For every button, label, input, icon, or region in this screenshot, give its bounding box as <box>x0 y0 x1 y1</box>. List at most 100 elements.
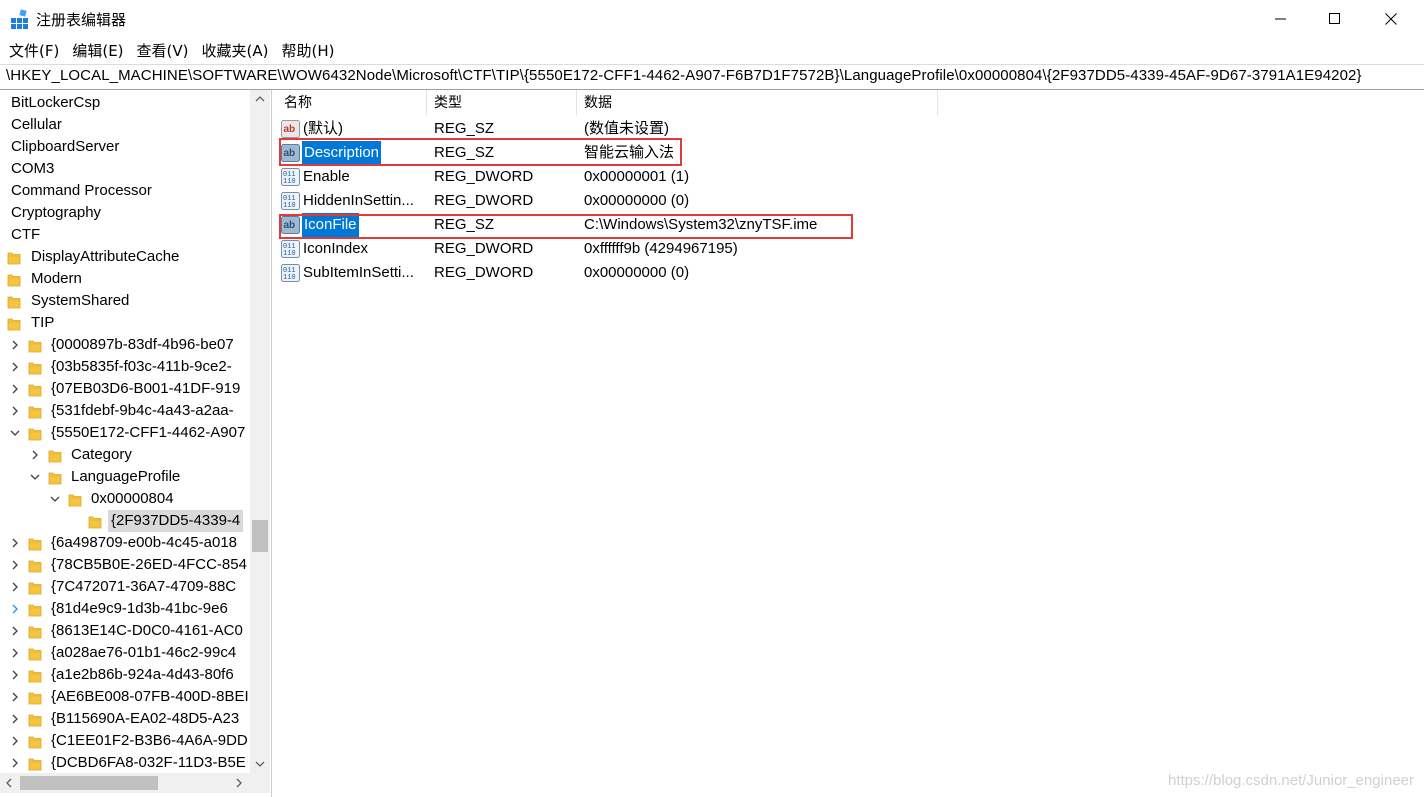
tree-item[interactable]: {6a498709-e00b-4c45-a018 <box>0 532 250 554</box>
tree-item[interactable]: {a028ae76-01b1-46c2-99c4 <box>0 642 250 664</box>
tree-item[interactable]: COM3 <box>0 158 250 180</box>
tree-vertical-scroll-thumb[interactable] <box>252 520 268 552</box>
tree-item[interactable]: {531fdebf-9b4c-4a43-a2aa- <box>0 400 250 422</box>
chevron-right-icon <box>12 384 18 394</box>
tree-item[interactable]: TIP <box>0 312 250 334</box>
tree-item[interactable]: {a1e2b86b-924a-4d43-80f6 <box>0 664 250 686</box>
tree-item-label: {C1EE01F2-B3B6-4A6A-9DD <box>51 732 248 749</box>
tree-vertical-scrollbar[interactable] <box>250 90 270 773</box>
value-row[interactable]: 011 110 IconIndex REG_DWORD 0xffffff9b (4294… <box>277 237 977 261</box>
expand-toggle[interactable] <box>8 664 22 686</box>
minimize-button[interactable] <box>1254 0 1308 38</box>
collapse-toggle[interactable] <box>28 466 42 488</box>
tree-item[interactable]: Command Processor <box>0 180 250 202</box>
tree-item[interactable]: 0x00000804 <box>0 488 250 510</box>
scroll-right-button[interactable] <box>230 773 248 793</box>
tree-horizontal-scrollbar[interactable] <box>0 773 250 793</box>
value-row[interactable]: 011 110 SubItemInSetti... REG_DWORD 0x000000… <box>277 261 977 285</box>
folder-icon <box>28 536 42 551</box>
maximize-button[interactable] <box>1308 0 1362 38</box>
minimize-icon <box>1275 18 1286 20</box>
tree-item[interactable]: BitLockerCsp <box>0 92 250 114</box>
expand-toggle[interactable] <box>8 378 22 400</box>
tree-item[interactable]: Cryptography <box>0 202 250 224</box>
expand-toggle[interactable] <box>8 400 22 422</box>
tree-item-label: {6a498709-e00b-4c45-a018 <box>51 534 237 551</box>
menu-favorites[interactable]: 收藏夹(A) <box>197 38 277 64</box>
key-tree: BitLockerCsp Cellular ClipboardServer COM3 C… <box>0 92 250 772</box>
tree-item[interactable]: Modern <box>0 268 250 290</box>
tree-item[interactable]: {7C472071-36A7-4709-88C <box>0 576 250 598</box>
tree-item-label: Category <box>71 446 132 463</box>
tree-item[interactable]: ClipboardServer <box>0 136 250 158</box>
close-button[interactable] <box>1364 0 1418 38</box>
scroll-up-button[interactable] <box>250 90 270 108</box>
tree-item-label: TIP <box>31 314 55 331</box>
expand-toggle[interactable] <box>8 752 22 772</box>
value-type: REG_DWORD <box>434 240 534 257</box>
tree-item[interactable]: {0000897b-83df-4b96-be07 <box>0 334 250 356</box>
tree-item[interactable]: Category <box>0 444 250 466</box>
tree-item[interactable]: {AE6BE008-07FB-400D-8BEI <box>0 686 250 708</box>
tree-item[interactable]: {C1EE01F2-B3B6-4A6A-9DD <box>0 730 250 752</box>
expand-toggle[interactable] <box>8 576 22 598</box>
tree-item[interactable]: {8613E14C-D0C0-4161-AC0 <box>0 620 250 642</box>
expand-toggle[interactable] <box>8 642 22 664</box>
expand-toggle[interactable] <box>8 708 22 730</box>
expand-toggle[interactable] <box>8 620 22 642</box>
value-data: 0x00000001 (1) <box>584 168 690 185</box>
address-bar[interactable]: \HKEY_LOCAL_MACHINE\SOFTWARE\WOW6432Node… <box>0 64 1424 90</box>
tree-item[interactable]: {78CB5B0E-26ED-4FCC-854 <box>0 554 250 576</box>
svg-text:110: 110 <box>283 202 296 210</box>
value-row[interactable]: 011 110 HiddenInSettin... REG_DWORD 0x000000… <box>277 189 977 213</box>
tree-item[interactable]: {07EB03D6-B001-41DF-919 <box>0 378 250 400</box>
folder-icon <box>48 448 62 463</box>
tree-item[interactable]: {03b5835f-f03c-411b-9ce2- <box>0 356 250 378</box>
scroll-down-button[interactable] <box>250 755 270 773</box>
tree-item-label: {a028ae76-01b1-46c2-99c4 <box>51 644 237 661</box>
column-header-type[interactable]: 类型 <box>427 90 577 116</box>
tree-item-label: Modern <box>31 270 82 287</box>
collapse-toggle[interactable] <box>8 422 22 444</box>
tree-item[interactable]: Cellular <box>0 114 250 136</box>
tree-item-label: ClipboardServer <box>11 138 120 155</box>
expand-toggle[interactable] <box>8 334 22 356</box>
expand-toggle[interactable] <box>8 356 22 378</box>
menu-help[interactable]: 帮助(H) <box>276 38 342 64</box>
expand-toggle[interactable] <box>8 554 22 576</box>
tree-item[interactable]: LanguageProfile <box>0 466 250 488</box>
tree-item[interactable]: CTF <box>0 224 250 246</box>
value-name: HiddenInSettin... <box>303 192 414 209</box>
menu-edit[interactable]: 编辑(E) <box>67 38 131 64</box>
scroll-left-button[interactable] <box>0 773 18 793</box>
folder-icon <box>28 734 42 749</box>
tree-item[interactable]: {DCBD6FA8-032F-11D3-B5E <box>0 752 250 772</box>
collapse-toggle[interactable] <box>48 488 62 510</box>
svg-text:110: 110 <box>283 178 296 186</box>
tree-item[interactable]: {5550E172-CFF1-4462-A907 <box>0 422 250 444</box>
folder-icon <box>28 338 42 353</box>
tree-item-label: Cellular <box>11 116 62 133</box>
tree-item-label: {AE6BE008-07FB-400D-8BEI <box>51 688 249 705</box>
menu-file[interactable]: 文件(F) <box>4 38 67 64</box>
menu-view[interactable]: 查看(V) <box>132 38 197 64</box>
column-header-name[interactable]: 名称 <box>277 90 427 116</box>
tree-horizontal-scroll-thumb[interactable] <box>20 776 158 790</box>
tree-item-label: Cryptography <box>11 204 102 221</box>
tree-item[interactable]: {2F937DD5-4339-4 <box>0 510 250 532</box>
tree-item[interactable]: {B115690A-EA02-48D5-A23 <box>0 708 250 730</box>
tree-item[interactable]: DisplayAttributeCache <box>0 246 250 268</box>
expand-toggle[interactable] <box>28 444 42 466</box>
tree-item[interactable]: {81d4e9c9-1d3b-41bc-9e6 <box>0 598 250 620</box>
column-header-data[interactable]: 数据 <box>577 90 938 116</box>
chevron-right-icon <box>12 538 18 548</box>
chevron-down-icon <box>30 474 40 480</box>
expand-toggle[interactable] <box>8 532 22 554</box>
expand-toggle[interactable] <box>8 730 22 752</box>
address-path[interactable]: \HKEY_LOCAL_MACHINE\SOFTWARE\WOW6432Node… <box>6 67 1362 84</box>
value-row[interactable]: 011 110 Enable REG_DWORD 0x00000001 (1) <box>277 165 977 189</box>
expand-toggle[interactable] <box>8 598 22 620</box>
folder-icon <box>28 382 42 397</box>
tree-item[interactable]: SystemShared <box>0 290 250 312</box>
expand-toggle[interactable] <box>8 686 22 708</box>
